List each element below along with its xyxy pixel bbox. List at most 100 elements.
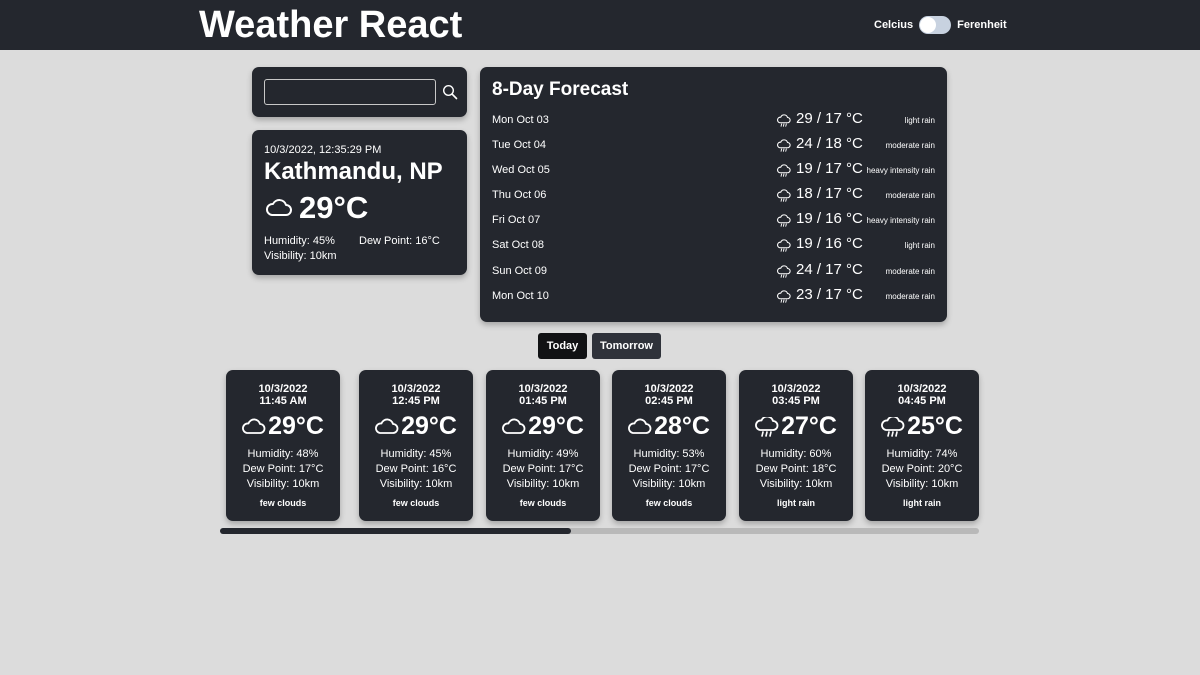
forecast-day: Mon Oct 10	[492, 290, 549, 302]
rain-cloud-icon	[755, 416, 779, 437]
current-temperature: 29°C	[299, 190, 369, 225]
hourly-time: 01:45 PM	[519, 395, 567, 407]
hourly-dew-point: Dew Point: 17°C	[502, 463, 584, 475]
hourly-temp: 29°C	[528, 412, 584, 440]
forecast-day: Sat Oct 08	[492, 239, 544, 251]
hourly-visibility: Visibility: 10km	[632, 478, 706, 490]
hourly-time: 11:45 AM	[259, 395, 307, 407]
hourly-dew-point: Dew Point: 18°C	[755, 463, 837, 475]
hourly-humidity: Humidity: 60%	[760, 448, 832, 460]
hourly-desc: few clouds	[645, 498, 693, 508]
forecast-panel: 8-Day Forecast Mon Oct 03 29 / 17 °C light…	[480, 67, 947, 322]
rain-cloud-icon	[777, 290, 791, 303]
tab-tomorrow[interactable]: Tomorrow	[592, 333, 661, 359]
cloud-icon	[242, 418, 266, 434]
hourly-main: 25°C	[865, 412, 979, 441]
forecast-row: Mon Oct 10 23 / 17 °C moderate rain	[492, 286, 935, 308]
rain-cloud-icon	[777, 214, 791, 227]
current-dew-point: Dew Point: 16°C	[359, 235, 440, 247]
hourly-time: 02:45 PM	[645, 395, 693, 407]
hourly-time: 04:45 PM	[898, 395, 946, 407]
forecast-day: Thu Oct 06	[492, 189, 547, 201]
forecast-row: Tue Oct 04 24 / 18 °C moderate rain	[492, 135, 935, 157]
hourly-temp: 29°C	[268, 412, 324, 440]
hourly-desc: light rain	[903, 498, 941, 508]
forecast-day: Wed Oct 05	[492, 164, 550, 176]
hourly-dew-point: Dew Point: 17°C	[242, 463, 324, 475]
hourly-card: 10/3/2022 04:45 PM 25°C Humidity: 74% Dew Po…	[865, 370, 979, 521]
forecast-desc: heavy intensity rain	[866, 166, 935, 175]
forecast-desc: moderate rain	[885, 191, 935, 200]
hourly-humidity: Humidity: 49%	[507, 448, 579, 460]
cloud-icon	[628, 418, 652, 434]
cloud-icon	[502, 418, 526, 434]
forecast-temp: 19 / 16 °C	[796, 235, 863, 252]
current-datetime: 10/3/2022, 12:35:29 PM	[264, 144, 382, 156]
unit-switch[interactable]	[919, 16, 952, 34]
rain-cloud-icon	[777, 164, 791, 177]
hourly-main: 29°C	[486, 412, 600, 441]
hourly-visibility: Visibility: 10km	[759, 478, 833, 490]
hourly-dew-point: Dew Point: 16°C	[375, 463, 457, 475]
hourly-main: 29°C	[226, 412, 340, 441]
hourly-card: 10/3/2022 11:45 AM 29°C Humidity: 48% Dew Po…	[226, 370, 340, 521]
hourly-visibility: Visibility: 10km	[246, 478, 320, 490]
forecast-row: Sun Oct 09 24 / 17 °C moderate rain	[492, 261, 935, 283]
hourly-desc: few clouds	[392, 498, 440, 508]
forecast-row: Thu Oct 06 18 / 17 °C moderate rain	[492, 185, 935, 207]
forecast-day: Mon Oct 03	[492, 114, 549, 126]
forecast-temp: 24 / 18 °C	[796, 135, 863, 152]
forecast-temp: 24 / 17 °C	[796, 261, 863, 278]
forecast-day: Fri Oct 07	[492, 214, 541, 226]
fahrenheit-label: Ferenheit	[957, 19, 1007, 31]
current-visibility: Visibility: 10km	[264, 250, 337, 262]
app-title: Weather React	[199, 4, 463, 46]
search-icon[interactable]	[442, 84, 458, 100]
forecast-temp: 23 / 17 °C	[796, 286, 863, 303]
forecast-temp: 19 / 16 °C	[796, 210, 863, 227]
hourly-card: 10/3/2022 01:45 PM 29°C Humidity: 49% Dew Po…	[486, 370, 600, 521]
hourly-main: 27°C	[739, 412, 853, 441]
forecast-row: Wed Oct 05 19 / 17 °C heavy intensity rain	[492, 160, 935, 182]
hourly-desc: few clouds	[259, 498, 307, 508]
hourly-dew-point: Dew Point: 20°C	[881, 463, 963, 475]
hourly-date: 10/3/2022	[897, 383, 947, 395]
top-bar: Weather React Celcius Ferenheit	[0, 0, 1200, 50]
hourly-visibility: Visibility: 10km	[885, 478, 959, 490]
hourly-visibility: Visibility: 10km	[506, 478, 580, 490]
hourly-scroll-thumb[interactable]	[220, 528, 571, 534]
hourly-temp: 25°C	[907, 412, 963, 440]
hourly-date: 10/3/2022	[258, 383, 308, 395]
hourly-date: 10/3/2022	[518, 383, 568, 395]
forecast-temp: 18 / 17 °C	[796, 185, 863, 202]
forecast-temp: 19 / 17 °C	[796, 160, 863, 177]
hourly-temp: 29°C	[401, 412, 457, 440]
rain-cloud-icon	[777, 265, 791, 278]
rain-cloud-icon	[777, 139, 791, 152]
forecast-day: Tue Oct 04	[492, 139, 547, 151]
forecast-desc: light rain	[904, 116, 935, 125]
hourly-card: 10/3/2022 03:45 PM 27°C Humidity: 60% Dew Po…	[739, 370, 853, 521]
search-panel	[252, 67, 467, 117]
celsius-label: Celcius	[874, 19, 914, 31]
cloud-icon	[375, 418, 399, 434]
hourly-card: 10/3/2022 12:45 PM 29°C Humidity: 45% Dew Po…	[359, 370, 473, 521]
rain-cloud-icon	[777, 239, 791, 252]
forecast-desc: heavy intensity rain	[866, 216, 935, 225]
hourly-temp: 27°C	[781, 412, 837, 440]
hourly-date: 10/3/2022	[391, 383, 441, 395]
search-input[interactable]	[264, 79, 436, 105]
tab-today[interactable]: Today	[538, 333, 587, 359]
hourly-date: 10/3/2022	[644, 383, 694, 395]
hourly-temp: 28°C	[654, 412, 710, 440]
hourly-card: 10/3/2022 02:45 PM 28°C Humidity: 53% Dew Po…	[612, 370, 726, 521]
hourly-main: 28°C	[612, 412, 726, 441]
hourly-humidity: Humidity: 74%	[886, 448, 958, 460]
current-humidity: Humidity: 45%	[264, 235, 335, 247]
forecast-desc: light rain	[904, 241, 935, 250]
hourly-humidity: Humidity: 45%	[380, 448, 452, 460]
forecast-desc: moderate rain	[885, 267, 935, 276]
hourly-humidity: Humidity: 53%	[633, 448, 705, 460]
hourly-desc: few clouds	[519, 498, 567, 508]
hourly-main: 29°C	[359, 412, 473, 441]
